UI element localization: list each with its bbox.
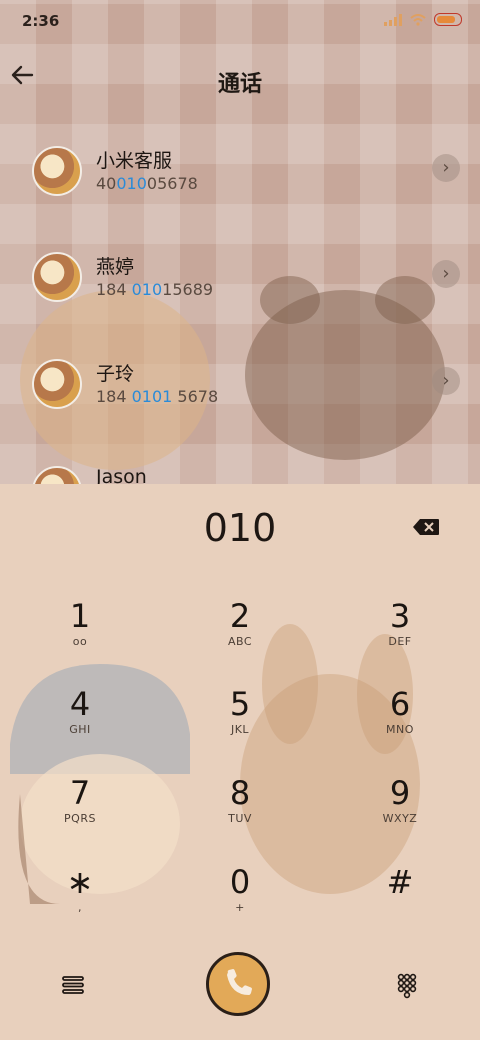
chevron-right-icon: › <box>442 157 450 178</box>
battery-icon <box>434 13 462 26</box>
signal-icon <box>384 13 402 26</box>
dial-key-9[interactable]: 9 WXYZ <box>330 773 470 853</box>
contact-name: 燕婷 <box>96 256 135 278</box>
contact-number: 184 01015689 <box>96 280 214 299</box>
avatar <box>32 359 82 409</box>
contact-item[interactable]: 燕婷 184 01015689 › <box>0 240 480 340</box>
contact-number: 4001005678 <box>96 174 198 193</box>
dial-key-4[interactable]: 4 GHI <box>10 684 150 764</box>
dial-key-7[interactable]: 7 PQRS <box>10 773 150 853</box>
contact-name: 子玲 <box>96 363 135 385</box>
phone-icon <box>227 969 252 995</box>
backspace-icon[interactable] <box>412 518 440 536</box>
status-icons <box>384 13 462 26</box>
voicemail-icon: ᴏᴏ <box>72 635 88 648</box>
wifi-icon <box>410 13 426 26</box>
chevron-right-icon: › <box>442 263 450 284</box>
dial-key-1[interactable]: 1 ᴏᴏ <box>10 596 150 676</box>
avatar <box>32 466 82 484</box>
call-button[interactable] <box>206 952 270 1016</box>
contact-item[interactable]: 小米客服 4001005678 › <box>0 134 480 234</box>
dial-key-star[interactable]: ∗ , <box>10 862 150 942</box>
menu-icon[interactable] <box>58 970 88 1000</box>
contact-detail-button[interactable]: › <box>432 260 460 288</box>
status-bar: 2:36 <box>0 0 480 44</box>
avatar <box>32 146 82 196</box>
chevron-right-icon: › <box>442 370 450 391</box>
dial-key-2[interactable]: 2 ABC <box>170 596 310 676</box>
header: 通话 <box>0 52 480 108</box>
contact-number: 184 0101 5678 <box>96 387 219 406</box>
contact-detail-button[interactable]: › <box>432 154 460 182</box>
dialpad-toggle-icon[interactable] <box>392 970 422 1000</box>
status-time: 2:36 <box>22 12 60 30</box>
contact-detail-button[interactable]: › <box>432 367 460 395</box>
contact-name: 小米客服 <box>96 150 173 172</box>
contact-name: Jason <box>96 466 147 484</box>
contact-item[interactable]: 子玲 184 0101 5678 › <box>0 347 480 447</box>
dial-key-6[interactable]: 6 MNO <box>330 684 470 764</box>
bottom-bar <box>0 950 480 1020</box>
dial-key-8[interactable]: 8 TUV <box>170 773 310 853</box>
dial-key-3[interactable]: 3 DEF <box>330 596 470 676</box>
dial-key-5[interactable]: 5 JKL <box>170 684 310 764</box>
dial-key-hash[interactable]: # <box>330 862 470 942</box>
page-title: 通话 <box>217 72 262 97</box>
avatar <box>32 252 82 302</box>
dial-number-display: 010 <box>203 506 277 550</box>
contact-item[interactable]: Jason <box>0 454 480 484</box>
dial-key-0[interactable]: 0 + <box>170 862 310 942</box>
